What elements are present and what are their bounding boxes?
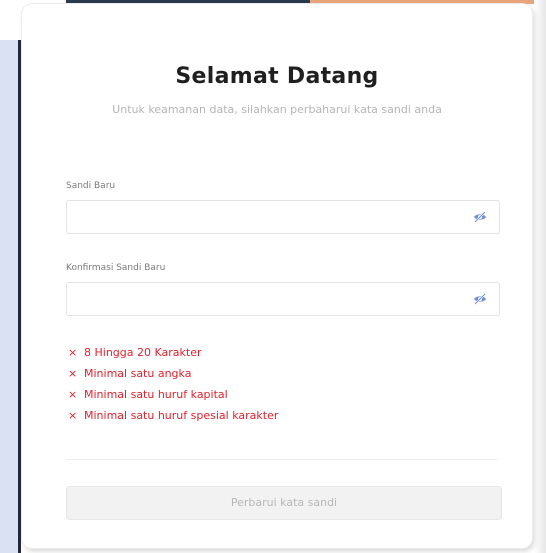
confirm-password-input[interactable] [67, 283, 467, 313]
new-password-field[interactable] [66, 200, 500, 234]
cross-icon: × [68, 346, 78, 359]
new-password-label: Sandi Baru [66, 181, 116, 191]
rule-item: × Minimal satu huruf kapital [68, 384, 488, 405]
cross-icon: × [68, 388, 78, 401]
eye-slash-icon[interactable] [473, 211, 487, 223]
card-title: Selamat Datang [175, 64, 379, 89]
password-rules: × 8 Hingga 20 Karakter × Minimal satu an… [68, 342, 488, 426]
update-password-button[interactable]: Perbarui kata sandi [66, 486, 502, 520]
rule-text: Minimal satu huruf kapital [84, 388, 228, 401]
rule-item: × 8 Hingga 20 Karakter [68, 342, 488, 363]
cross-icon: × [68, 409, 78, 422]
eye-slash-icon[interactable] [473, 293, 487, 305]
rule-text: Minimal satu angka [84, 367, 192, 380]
page: Selamat Datang Untuk keamanan data, sila… [0, 0, 546, 553]
new-password-input[interactable] [67, 201, 467, 231]
card-subtitle: Untuk keamanan data, silahkan perbaharui… [112, 103, 442, 116]
background-divider [18, 40, 21, 553]
cross-icon: × [68, 367, 78, 380]
confirm-password-label: Konfirmasi Sandi Baru [66, 263, 166, 273]
rule-item: × Minimal satu huruf spesial karakter [68, 405, 488, 426]
background-panel [0, 40, 18, 553]
rule-item: × Minimal satu angka [68, 363, 488, 384]
divider [66, 459, 498, 460]
background-right [534, 0, 546, 553]
rule-text: Minimal satu huruf spesial karakter [84, 409, 279, 422]
reset-password-card: Selamat Datang Untuk keamanan data, sila… [22, 4, 532, 548]
confirm-password-field[interactable] [66, 282, 500, 316]
rule-text: 8 Hingga 20 Karakter [84, 346, 202, 359]
